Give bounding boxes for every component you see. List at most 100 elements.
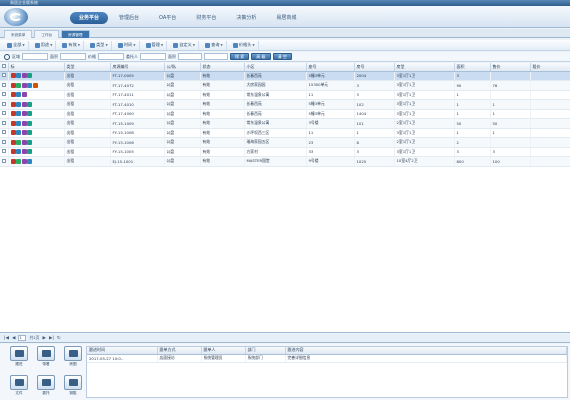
cell-rent-price	[530, 137, 570, 148]
price-input[interactable]	[98, 53, 124, 60]
clear-button[interactable]: 清 空	[272, 53, 292, 60]
table-header-row: 标 类型 房源编号 公/私 状态 小区 座号 房号 房型 面积 售价 租价	[0, 63, 570, 72]
row-checkbox[interactable]	[2, 82, 6, 87]
row-checkbox[interactable]	[2, 139, 6, 144]
column-header-sale[interactable]: 售价	[490, 63, 531, 72]
toolbar-status[interactable]: 有效 ▼	[59, 40, 85, 50]
column-header-type[interactable]: 类型	[64, 63, 111, 72]
table-row[interactable]: 出租 FT-15-1009 公盘 有效 常东温泉公寓 3号楼 101 2室1厅1卫 50 50	[0, 118, 570, 129]
toolbar-price[interactable]: 价格头 ▼	[230, 40, 259, 50]
nav-tab-finance[interactable]: 财务平台	[187, 12, 225, 24]
nav-tab-analysis[interactable]: 决策分析	[227, 12, 265, 24]
keys-button[interactable]: 钥匙	[62, 375, 84, 400]
row-checkbox[interactable]	[2, 101, 6, 106]
size2-input[interactable]	[178, 53, 202, 60]
row-checkbox-cell[interactable]	[0, 156, 9, 167]
row-checkbox[interactable]	[2, 158, 6, 163]
table-row[interactable]: 出租 FT-17-4072 公盘 有效 大房家园园 15300单元 3 3室1厅1卫 90 76	[0, 80, 570, 91]
nav-tab-oa[interactable]: OA平台	[150, 12, 185, 24]
next-page-button[interactable]: ▶	[42, 336, 45, 341]
followup-col-method[interactable]: 跟单方式	[157, 347, 202, 355]
table-row[interactable]: 出租FT-17-0005公盘有效长春西苑5幢3单元20043室1厅1卫33元/月	[0, 71, 570, 81]
advanced-button[interactable]: 高 级	[251, 53, 271, 60]
cell-community: 常东温泉公寓	[244, 118, 307, 129]
column-header-public[interactable]: 公/私	[164, 63, 201, 72]
tag-flag-icon	[32, 82, 38, 88]
page-number-input[interactable]: 1	[18, 335, 27, 341]
nav-tab-admin[interactable]: 管理后台	[110, 12, 148, 24]
row-checkbox-cell[interactable]	[0, 109, 9, 119]
sub-tab-workbench[interactable]: 工作台	[34, 30, 60, 38]
files-button[interactable]: 文件	[8, 375, 30, 400]
followup-col-time[interactable]: 跟进时间	[87, 347, 158, 355]
select-all-checkbox[interactable]	[2, 64, 6, 69]
table-row[interactable]: 出租FT-17-4011公盘有效常东温泉公寓1133室1厅1卫11元/月	[0, 90, 570, 100]
last-page-button[interactable]: ▶|	[49, 336, 54, 341]
row-checkbox[interactable]	[2, 92, 6, 97]
toolbar-query[interactable]: 查询 ▼	[202, 40, 227, 50]
client-input[interactable]	[140, 53, 166, 60]
followup-button[interactable]: 跟进	[8, 346, 30, 371]
column-header-layout[interactable]: 房型	[394, 63, 455, 72]
row-checkbox[interactable]	[2, 111, 6, 116]
column-header-community[interactable]: 小区	[244, 63, 307, 72]
cell-status: 有效	[200, 90, 245, 100]
table-row[interactable]: 出租 FY-15-1005 公盘 有效 方家村 33 3 3室1厅1卫 3 3	[0, 147, 570, 157]
column-header-flag[interactable]: 标	[8, 63, 65, 72]
cell-area: 800	[454, 156, 491, 167]
column-header-room[interactable]: 房号	[354, 63, 395, 72]
column-header-rent[interactable]: 租价	[530, 63, 570, 72]
toolbar-manage[interactable]: 管理 ▼	[143, 40, 168, 50]
followup-col-person[interactable]: 跟单人	[201, 347, 246, 355]
row-checkbox-cell[interactable]	[0, 80, 9, 91]
row-checkbox-cell[interactable]	[0, 128, 9, 138]
sub-tab-system-menu[interactable]: 系统菜单	[4, 30, 33, 38]
cell-public: 公盘	[164, 147, 201, 157]
row-checkbox-cell[interactable]	[0, 99, 9, 110]
viewing-button[interactable]: 带看	[35, 346, 57, 371]
toolbar-usage[interactable]: 用途 ▼	[32, 40, 57, 50]
size-input[interactable]	[60, 53, 86, 60]
column-header-area[interactable]: 面积	[454, 63, 491, 72]
search-button[interactable]: 搜 索	[230, 53, 250, 60]
cell-community: 方家村	[244, 147, 307, 157]
nav-tab-mall[interactable]: 易居商城	[267, 12, 305, 24]
cell-type: 出租	[64, 137, 111, 148]
refresh-icon[interactable]: ↻	[57, 336, 61, 341]
followup-col-dept[interactable]: 部门	[245, 347, 286, 355]
column-header-status[interactable]: 状态	[200, 63, 245, 72]
table-row[interactable]: 出租 EJ-15-1001 公盘 有效 MASTER国堂 9号楼 1025 10室4厅2卫 80…	[0, 156, 570, 167]
toolbar-custom[interactable]: 自定义 ▼	[170, 40, 200, 50]
row-checkbox[interactable]	[2, 120, 6, 125]
row-flags-cell	[8, 99, 65, 110]
row-checkbox-cell[interactable]	[0, 137, 9, 148]
row-checkbox[interactable]	[2, 130, 6, 135]
table-row[interactable]: 出租 FT-17-4000 公盘 有效 长春西苑 5幢3单元 1404 3室1厅1卫 1 1	[0, 109, 570, 119]
row-checkbox-cell[interactable]	[0, 147, 9, 157]
toolbar-type[interactable]: 类型 ▼	[87, 40, 112, 50]
toolbar-all[interactable]: 全部 ▼	[4, 40, 29, 50]
first-page-button[interactable]: |◀	[4, 336, 9, 341]
row-checkbox[interactable]	[2, 149, 6, 154]
followup-col-content[interactable]: 跟进内容	[285, 347, 567, 355]
prev-page-button[interactable]: ◀	[12, 336, 15, 341]
row-flags-cell	[8, 109, 65, 119]
row-checkbox-cell[interactable]	[0, 90, 9, 100]
sub-tab-listing[interactable]: 房源管理	[61, 30, 90, 38]
row-checkbox-cell[interactable]	[0, 118, 9, 129]
table-row[interactable]: 出租 FT-17-4010 公盘 有效 长春西苑 5幢3单元 102 3室1厅1卫 1 1	[0, 99, 570, 110]
column-header-building[interactable]: 座号	[306, 63, 355, 72]
table-row[interactable]: 出租 FY-15-1008 公盘 有效 沙坪坝西三区 11 1 3室1厅1卫 1 1	[0, 128, 570, 138]
column-header-check[interactable]	[0, 63, 9, 72]
photos-button[interactable]: 房图	[62, 346, 84, 371]
table-row[interactable]: 出租FY-15-1006公盘有效瑞海家园五区2382室1厅1卫22元/月	[0, 137, 570, 148]
size3-input[interactable]	[204, 53, 228, 60]
column-header-id[interactable]: 房源编号	[110, 63, 165, 72]
nav-tab-business[interactable]: 业务平台	[70, 12, 109, 24]
commission-button[interactable]: 委托	[35, 375, 57, 400]
followup-row[interactable]: 2017-05-27 10:0.. 店面接访 系统管理员 系统部门 完善详细信息	[87, 354, 567, 363]
area-input[interactable]	[22, 53, 48, 60]
row-checkbox-cell[interactable]	[0, 71, 9, 81]
toolbar-time[interactable]: 时间 ▼	[115, 40, 140, 50]
row-checkbox[interactable]	[2, 73, 6, 78]
